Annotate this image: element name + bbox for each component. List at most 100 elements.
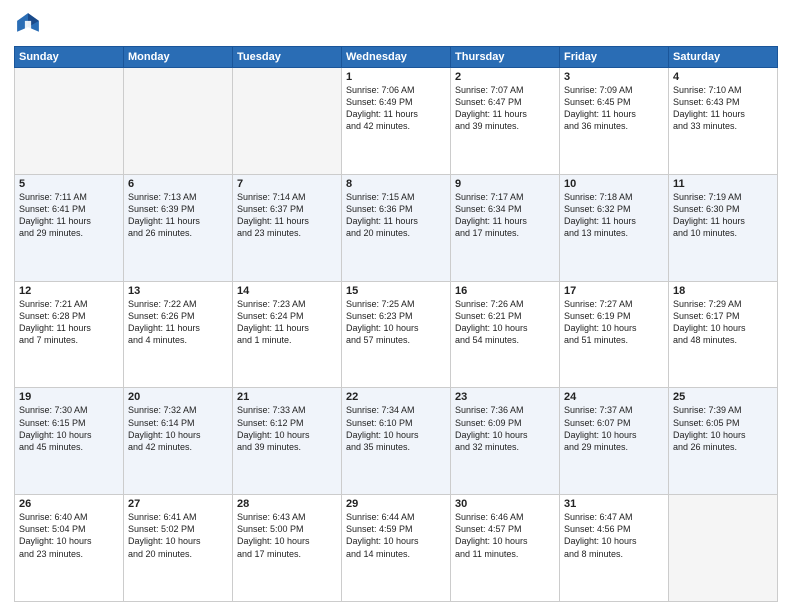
day-number: 6: [128, 178, 228, 190]
day-number: 14: [237, 285, 337, 297]
weekday-header-tuesday: Tuesday: [233, 47, 342, 68]
calendar-cell: 22Sunrise: 7:34 AM Sunset: 6:10 PM Dayli…: [342, 388, 451, 495]
week-row-1: 1Sunrise: 7:06 AM Sunset: 6:49 PM Daylig…: [15, 68, 778, 175]
day-info: Sunrise: 7:06 AM Sunset: 6:49 PM Dayligh…: [346, 84, 446, 133]
calendar-cell: 27Sunrise: 6:41 AM Sunset: 5:02 PM Dayli…: [124, 495, 233, 602]
calendar-cell: 4Sunrise: 7:10 AM Sunset: 6:43 PM Daylig…: [669, 68, 778, 175]
day-info: Sunrise: 6:43 AM Sunset: 5:00 PM Dayligh…: [237, 511, 337, 560]
day-number: 5: [19, 178, 119, 190]
calendar-cell: 8Sunrise: 7:15 AM Sunset: 6:36 PM Daylig…: [342, 174, 451, 281]
calendar-cell: 1Sunrise: 7:06 AM Sunset: 6:49 PM Daylig…: [342, 68, 451, 175]
day-number: 4: [673, 71, 773, 83]
day-info: Sunrise: 7:29 AM Sunset: 6:17 PM Dayligh…: [673, 298, 773, 347]
calendar-cell: 20Sunrise: 7:32 AM Sunset: 6:14 PM Dayli…: [124, 388, 233, 495]
week-row-5: 26Sunrise: 6:40 AM Sunset: 5:04 PM Dayli…: [15, 495, 778, 602]
day-info: Sunrise: 7:22 AM Sunset: 6:26 PM Dayligh…: [128, 298, 228, 347]
calendar-cell: 16Sunrise: 7:26 AM Sunset: 6:21 PM Dayli…: [451, 281, 560, 388]
calendar-cell: 29Sunrise: 6:44 AM Sunset: 4:59 PM Dayli…: [342, 495, 451, 602]
weekday-header-row: SundayMondayTuesdayWednesdayThursdayFrid…: [15, 47, 778, 68]
day-info: Sunrise: 7:14 AM Sunset: 6:37 PM Dayligh…: [237, 191, 337, 240]
calendar-cell: 13Sunrise: 7:22 AM Sunset: 6:26 PM Dayli…: [124, 281, 233, 388]
day-number: 3: [564, 71, 664, 83]
calendar-cell: 28Sunrise: 6:43 AM Sunset: 5:00 PM Dayli…: [233, 495, 342, 602]
calendar-cell: 10Sunrise: 7:18 AM Sunset: 6:32 PM Dayli…: [560, 174, 669, 281]
day-number: 28: [237, 498, 337, 510]
day-info: Sunrise: 7:11 AM Sunset: 6:41 PM Dayligh…: [19, 191, 119, 240]
calendar-cell: 25Sunrise: 7:39 AM Sunset: 6:05 PM Dayli…: [669, 388, 778, 495]
day-number: 2: [455, 71, 555, 83]
calendar-cell: 23Sunrise: 7:36 AM Sunset: 6:09 PM Dayli…: [451, 388, 560, 495]
day-info: Sunrise: 7:27 AM Sunset: 6:19 PM Dayligh…: [564, 298, 664, 347]
day-number: 18: [673, 285, 773, 297]
calendar-cell: 31Sunrise: 6:47 AM Sunset: 4:56 PM Dayli…: [560, 495, 669, 602]
day-number: 30: [455, 498, 555, 510]
day-info: Sunrise: 7:13 AM Sunset: 6:39 PM Dayligh…: [128, 191, 228, 240]
calendar-cell: 12Sunrise: 7:21 AM Sunset: 6:28 PM Dayli…: [15, 281, 124, 388]
day-info: Sunrise: 7:26 AM Sunset: 6:21 PM Dayligh…: [455, 298, 555, 347]
calendar-cell: 19Sunrise: 7:30 AM Sunset: 6:15 PM Dayli…: [15, 388, 124, 495]
weekday-header-sunday: Sunday: [15, 47, 124, 68]
weekday-header-monday: Monday: [124, 47, 233, 68]
day-info: Sunrise: 7:39 AM Sunset: 6:05 PM Dayligh…: [673, 404, 773, 453]
calendar-cell: 24Sunrise: 7:37 AM Sunset: 6:07 PM Dayli…: [560, 388, 669, 495]
day-info: Sunrise: 6:40 AM Sunset: 5:04 PM Dayligh…: [19, 511, 119, 560]
day-info: Sunrise: 6:47 AM Sunset: 4:56 PM Dayligh…: [564, 511, 664, 560]
day-info: Sunrise: 7:23 AM Sunset: 6:24 PM Dayligh…: [237, 298, 337, 347]
day-number: 8: [346, 178, 446, 190]
calendar-cell: 17Sunrise: 7:27 AM Sunset: 6:19 PM Dayli…: [560, 281, 669, 388]
calendar-cell: 14Sunrise: 7:23 AM Sunset: 6:24 PM Dayli…: [233, 281, 342, 388]
calendar-cell: 5Sunrise: 7:11 AM Sunset: 6:41 PM Daylig…: [15, 174, 124, 281]
calendar-cell: 6Sunrise: 7:13 AM Sunset: 6:39 PM Daylig…: [124, 174, 233, 281]
calendar-cell: [124, 68, 233, 175]
header: [14, 10, 778, 38]
calendar-cell: 11Sunrise: 7:19 AM Sunset: 6:30 PM Dayli…: [669, 174, 778, 281]
day-info: Sunrise: 7:09 AM Sunset: 6:45 PM Dayligh…: [564, 84, 664, 133]
day-info: Sunrise: 7:19 AM Sunset: 6:30 PM Dayligh…: [673, 191, 773, 240]
logo-icon: [14, 10, 42, 38]
week-row-4: 19Sunrise: 7:30 AM Sunset: 6:15 PM Dayli…: [15, 388, 778, 495]
day-info: Sunrise: 7:34 AM Sunset: 6:10 PM Dayligh…: [346, 404, 446, 453]
day-info: Sunrise: 7:25 AM Sunset: 6:23 PM Dayligh…: [346, 298, 446, 347]
day-info: Sunrise: 6:44 AM Sunset: 4:59 PM Dayligh…: [346, 511, 446, 560]
day-info: Sunrise: 7:37 AM Sunset: 6:07 PM Dayligh…: [564, 404, 664, 453]
day-number: 10: [564, 178, 664, 190]
calendar-cell: 7Sunrise: 7:14 AM Sunset: 6:37 PM Daylig…: [233, 174, 342, 281]
day-info: Sunrise: 7:33 AM Sunset: 6:12 PM Dayligh…: [237, 404, 337, 453]
day-info: Sunrise: 6:41 AM Sunset: 5:02 PM Dayligh…: [128, 511, 228, 560]
calendar-cell: [669, 495, 778, 602]
day-number: 1: [346, 71, 446, 83]
logo: [14, 10, 46, 38]
day-number: 24: [564, 391, 664, 403]
day-info: Sunrise: 7:36 AM Sunset: 6:09 PM Dayligh…: [455, 404, 555, 453]
calendar-cell: [233, 68, 342, 175]
weekday-header-friday: Friday: [560, 47, 669, 68]
day-info: Sunrise: 7:30 AM Sunset: 6:15 PM Dayligh…: [19, 404, 119, 453]
day-number: 12: [19, 285, 119, 297]
day-number: 9: [455, 178, 555, 190]
day-info: Sunrise: 7:10 AM Sunset: 6:43 PM Dayligh…: [673, 84, 773, 133]
calendar-cell: 30Sunrise: 6:46 AM Sunset: 4:57 PM Dayli…: [451, 495, 560, 602]
calendar-cell: [15, 68, 124, 175]
calendar-cell: 18Sunrise: 7:29 AM Sunset: 6:17 PM Dayli…: [669, 281, 778, 388]
calendar-table: SundayMondayTuesdayWednesdayThursdayFrid…: [14, 46, 778, 602]
day-number: 31: [564, 498, 664, 510]
week-row-2: 5Sunrise: 7:11 AM Sunset: 6:41 PM Daylig…: [15, 174, 778, 281]
day-number: 27: [128, 498, 228, 510]
weekday-header-thursday: Thursday: [451, 47, 560, 68]
day-info: Sunrise: 7:18 AM Sunset: 6:32 PM Dayligh…: [564, 191, 664, 240]
day-info: Sunrise: 7:15 AM Sunset: 6:36 PM Dayligh…: [346, 191, 446, 240]
calendar-cell: 26Sunrise: 6:40 AM Sunset: 5:04 PM Dayli…: [15, 495, 124, 602]
calendar-cell: 2Sunrise: 7:07 AM Sunset: 6:47 PM Daylig…: [451, 68, 560, 175]
day-number: 11: [673, 178, 773, 190]
day-number: 26: [19, 498, 119, 510]
day-info: Sunrise: 7:21 AM Sunset: 6:28 PM Dayligh…: [19, 298, 119, 347]
day-info: Sunrise: 7:17 AM Sunset: 6:34 PM Dayligh…: [455, 191, 555, 240]
day-info: Sunrise: 7:32 AM Sunset: 6:14 PM Dayligh…: [128, 404, 228, 453]
week-row-3: 12Sunrise: 7:21 AM Sunset: 6:28 PM Dayli…: [15, 281, 778, 388]
day-number: 23: [455, 391, 555, 403]
calendar-cell: 3Sunrise: 7:09 AM Sunset: 6:45 PM Daylig…: [560, 68, 669, 175]
calendar-cell: 9Sunrise: 7:17 AM Sunset: 6:34 PM Daylig…: [451, 174, 560, 281]
day-number: 20: [128, 391, 228, 403]
day-number: 25: [673, 391, 773, 403]
day-number: 13: [128, 285, 228, 297]
